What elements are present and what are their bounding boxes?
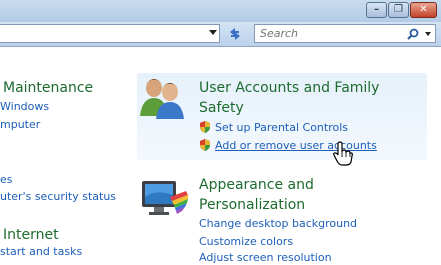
title-bar: – ❐ ✕	[0, 0, 441, 22]
maintenance-link-1[interactable]: Windows	[0, 100, 49, 114]
category-title-user-accounts-line2[interactable]: Safety	[199, 100, 244, 117]
refresh-button[interactable]	[225, 25, 245, 43]
hand-cursor-icon	[333, 141, 353, 166]
category-title-maintenance[interactable]: Maintenance	[3, 80, 93, 97]
search-box[interactable]	[254, 24, 436, 43]
maximize-icon: ❐	[394, 4, 403, 15]
minimize-button[interactable]: –	[366, 2, 387, 18]
address-bar[interactable]	[0, 24, 220, 43]
control-panel-content: Maintenance Windows mputer es uter's sec…	[0, 47, 441, 264]
search-icon[interactable]	[407, 28, 419, 40]
close-icon: ✕	[419, 4, 428, 15]
change-desktop-background-link[interactable]: Change desktop background	[199, 217, 357, 231]
internet-link-1[interactable]: start and tasks	[0, 245, 82, 259]
search-input[interactable]	[258, 26, 392, 41]
maximize-button[interactable]: ❐	[388, 2, 409, 18]
refresh-icon	[230, 28, 240, 40]
adjust-screen-resolution-link[interactable]: Adjust screen resolution	[199, 251, 332, 265]
close-button[interactable]: ✕	[410, 2, 437, 18]
maintenance-link-2[interactable]: mputer	[0, 118, 40, 132]
window-controls: – ❐ ✕	[365, 2, 437, 18]
address-toolbar	[0, 22, 441, 47]
search-dropdown-icon[interactable]	[425, 32, 431, 36]
category-title-appearance-line2[interactable]: Personalization	[199, 197, 305, 214]
set-up-parental-controls-link[interactable]: Set up Parental Controls	[215, 121, 348, 135]
appearance-icon	[142, 181, 188, 215]
category-title-internet[interactable]: Internet	[3, 227, 59, 244]
uac-shield-icon	[200, 121, 210, 133]
address-dropdown-icon[interactable]	[209, 30, 217, 35]
uac-shield-icon	[200, 139, 210, 151]
minimize-icon: –	[374, 4, 379, 15]
customize-colors-link[interactable]: Customize colors	[199, 235, 293, 249]
security-link-2[interactable]: uter's security status	[0, 190, 116, 204]
security-link-1[interactable]: es	[0, 173, 13, 187]
category-title-appearance-line1[interactable]: Appearance and	[199, 177, 314, 194]
users-icon	[140, 79, 184, 119]
category-title-user-accounts-line1[interactable]: User Accounts and Family	[199, 80, 379, 97]
